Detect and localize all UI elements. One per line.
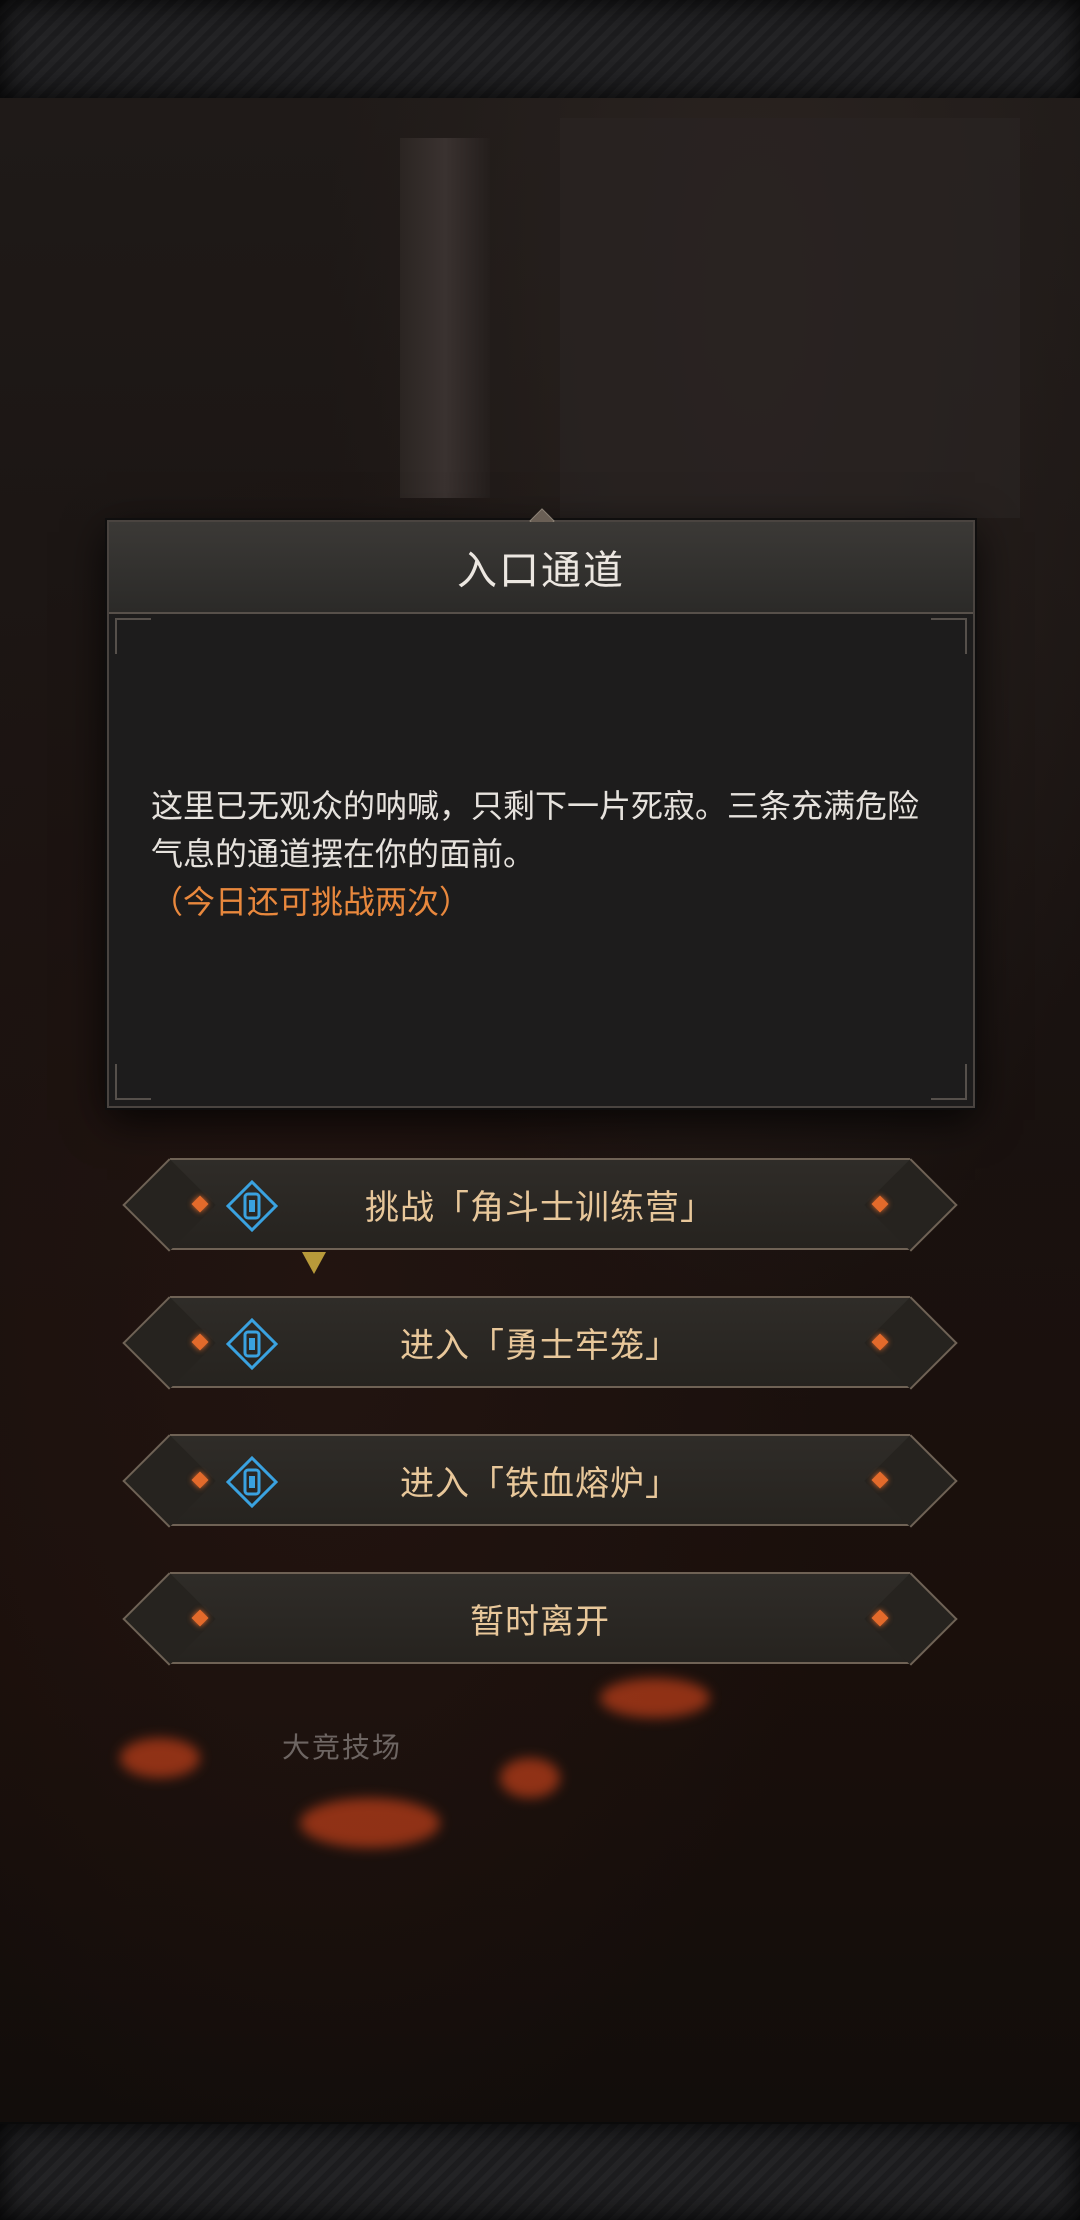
key-icon xyxy=(226,1180,278,1232)
lava-ember xyxy=(120,1738,200,1778)
option-enter-iron-blood-furnace[interactable]: 进入「铁血熔炉」 xyxy=(170,1434,910,1526)
stone-pillar xyxy=(400,138,490,498)
dialog-description: 这里已无观众的呐喊，只剩下一片死寂。三条充满危险气息的通道摆在你的面前。 xyxy=(151,787,920,873)
gem-ornament xyxy=(871,1333,889,1351)
top-frame xyxy=(0,0,1080,100)
event-dialog: 入口通道 这里已无观众的呐喊，只剩下一片死寂。三条充满危险气息的通道摆在你的面前… xyxy=(107,508,975,1108)
gem-ornament xyxy=(191,1333,209,1351)
option-label: 进入「勇士牢笼」 xyxy=(400,1325,680,1366)
option-label: 进入「铁血熔炉」 xyxy=(400,1463,680,1504)
location-label: 大竞技场 xyxy=(282,1731,403,1764)
corner-ornament xyxy=(931,1064,967,1100)
ruined-wall xyxy=(560,118,1020,518)
option-label: 挑战「角斗士训练营」 xyxy=(365,1187,715,1228)
option-enter-warrior-cage[interactable]: 进入「勇士牢笼」 xyxy=(170,1296,910,1388)
lava-ember xyxy=(500,1758,560,1798)
lava-ember xyxy=(300,1798,440,1848)
corner-ornament xyxy=(931,618,967,654)
dialog-header: 入口通道 xyxy=(109,522,973,614)
game-scene-background: 大竞技场 xyxy=(0,98,1080,2124)
gem-ornament xyxy=(191,1195,209,1213)
remaining-attempts-text: （今日还可挑战两次） xyxy=(151,883,472,921)
gem-ornament xyxy=(191,1609,209,1627)
dialog-body: 这里已无观众的呐喊，只剩下一片死寂。三条充满危险气息的通道摆在你的面前。 （今日… xyxy=(151,782,941,926)
option-label: 暂时离开 xyxy=(470,1601,610,1642)
lava-ember xyxy=(600,1678,710,1718)
bottom-frame xyxy=(0,2122,1080,2220)
corner-ornament xyxy=(115,1064,151,1100)
gem-ornament xyxy=(871,1195,889,1213)
option-challenge-gladiator-camp[interactable]: 挑战「角斗士训练营」 xyxy=(170,1158,910,1250)
dialog-title: 入口通道 xyxy=(457,548,625,594)
key-icon xyxy=(226,1456,278,1508)
chevron-down-icon xyxy=(302,1252,326,1274)
gem-ornament xyxy=(871,1471,889,1489)
gem-ornament xyxy=(191,1471,209,1489)
option-leave-for-now[interactable]: 暂时离开 xyxy=(170,1572,910,1664)
corner-ornament xyxy=(115,618,151,654)
gem-ornament xyxy=(871,1609,889,1627)
key-icon xyxy=(226,1318,278,1370)
